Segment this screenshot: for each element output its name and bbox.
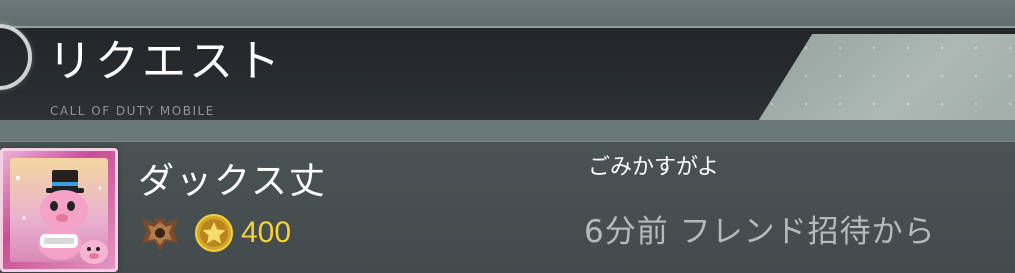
page-title: リクエスト xyxy=(48,36,283,87)
section-band xyxy=(0,120,1015,142)
game-subtitle: CALL OF DUTY MOBILE xyxy=(50,104,215,118)
request-source-time: 6分前 フレンド招待から xyxy=(584,214,936,250)
player-name: ダックス丈 xyxy=(138,161,327,202)
star-coin-icon xyxy=(195,214,233,252)
top-band xyxy=(0,0,1015,28)
points-value: 400 xyxy=(241,216,292,249)
avatar[interactable] xyxy=(0,148,118,272)
avatar-character-icon xyxy=(16,170,108,264)
inviter-name: ごみかすがよ xyxy=(588,155,719,180)
rank-emblem-icon xyxy=(142,217,178,251)
header-accent-dots xyxy=(755,34,1015,126)
